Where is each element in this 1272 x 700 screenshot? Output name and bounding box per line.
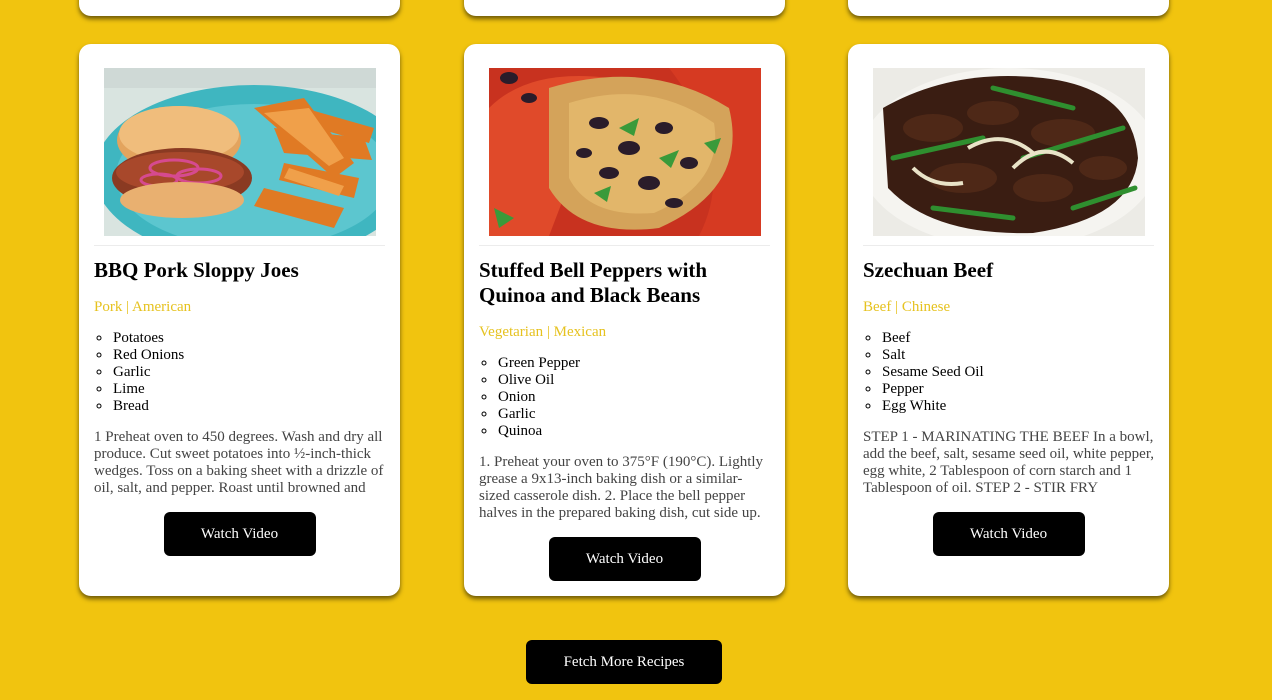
ingredient-item: Garlic (497, 406, 770, 423)
ingredient-item: Quinoa (497, 423, 770, 440)
recipe-page: BBQ Pork Sloppy Joes Pork | American Pot… (0, 0, 1272, 700)
previous-recipe-card (848, 0, 1169, 16)
ingredient-item: Pepper (881, 381, 1154, 398)
card-divider (863, 245, 1154, 246)
ingredient-item: Onion (497, 389, 770, 406)
sloppy-joe-photo (103, 68, 376, 236)
ingredient-list: Potatoes Red Onions Garlic Lime Bread (94, 330, 385, 415)
recipe-card: Szechuan Beef Beef | Chinese Beef Salt S… (848, 44, 1169, 596)
ingredient-item: Lime (112, 381, 385, 398)
ingredient-item: Red Onions (112, 347, 385, 364)
ingredient-item: Green Pepper (497, 355, 770, 372)
watch-video-button[interactable]: Watch Video (548, 537, 701, 581)
recipe-instructions: 1. Preheat your oven to 375°F (190°C). L… (479, 454, 764, 521)
ingredient-list: Green Pepper Olive Oil Onion Garlic Quin… (479, 355, 770, 440)
recipe-tags: Vegetarian | Mexican (479, 324, 607, 340)
szechuan-beef-photo (872, 68, 1145, 236)
recipe-instructions: STEP 1 - MARINATING THE BEEF In a bowl, … (863, 429, 1154, 496)
recipe-tags: Pork | American (94, 299, 192, 315)
ingredient-list: Beef Salt Sesame Seed Oil Pepper Egg Whi… (863, 330, 1154, 415)
ingredient-item: Salt (881, 347, 1154, 364)
stuffed-peppers-photo (488, 68, 761, 236)
previous-recipe-card (464, 0, 785, 16)
ingredient-item: Potatoes (112, 330, 385, 347)
ingredient-item: Egg White (881, 398, 1154, 415)
recipe-title: Stuffed Bell Peppers with Quinoa and Bla… (479, 258, 708, 307)
recipe-card: Stuffed Bell Peppers with Quinoa and Bla… (464, 44, 785, 596)
recipe-instructions: 1 Preheat oven to 450 degrees. Wash and … (94, 429, 384, 496)
ingredient-item: Bread (112, 398, 385, 415)
recipe-title: BBQ Pork Sloppy Joes (94, 258, 299, 282)
ingredient-item: Beef (881, 330, 1154, 347)
card-divider (479, 245, 770, 246)
recipe-tags: Beef | Chinese (863, 299, 951, 315)
card-divider (94, 245, 385, 246)
recipe-title: Szechuan Beef (863, 258, 994, 282)
ingredient-item: Garlic (112, 364, 385, 381)
ingredient-item: Sesame Seed Oil (881, 364, 1154, 381)
ingredient-item: Olive Oil (497, 372, 770, 389)
watch-video-button[interactable]: Watch Video (163, 512, 316, 556)
recipe-card: BBQ Pork Sloppy Joes Pork | American Pot… (79, 44, 400, 596)
previous-recipe-card (79, 0, 400, 16)
fetch-more-recipes-button[interactable]: Fetch More Recipes (526, 640, 722, 684)
watch-video-button[interactable]: Watch Video (932, 512, 1085, 556)
